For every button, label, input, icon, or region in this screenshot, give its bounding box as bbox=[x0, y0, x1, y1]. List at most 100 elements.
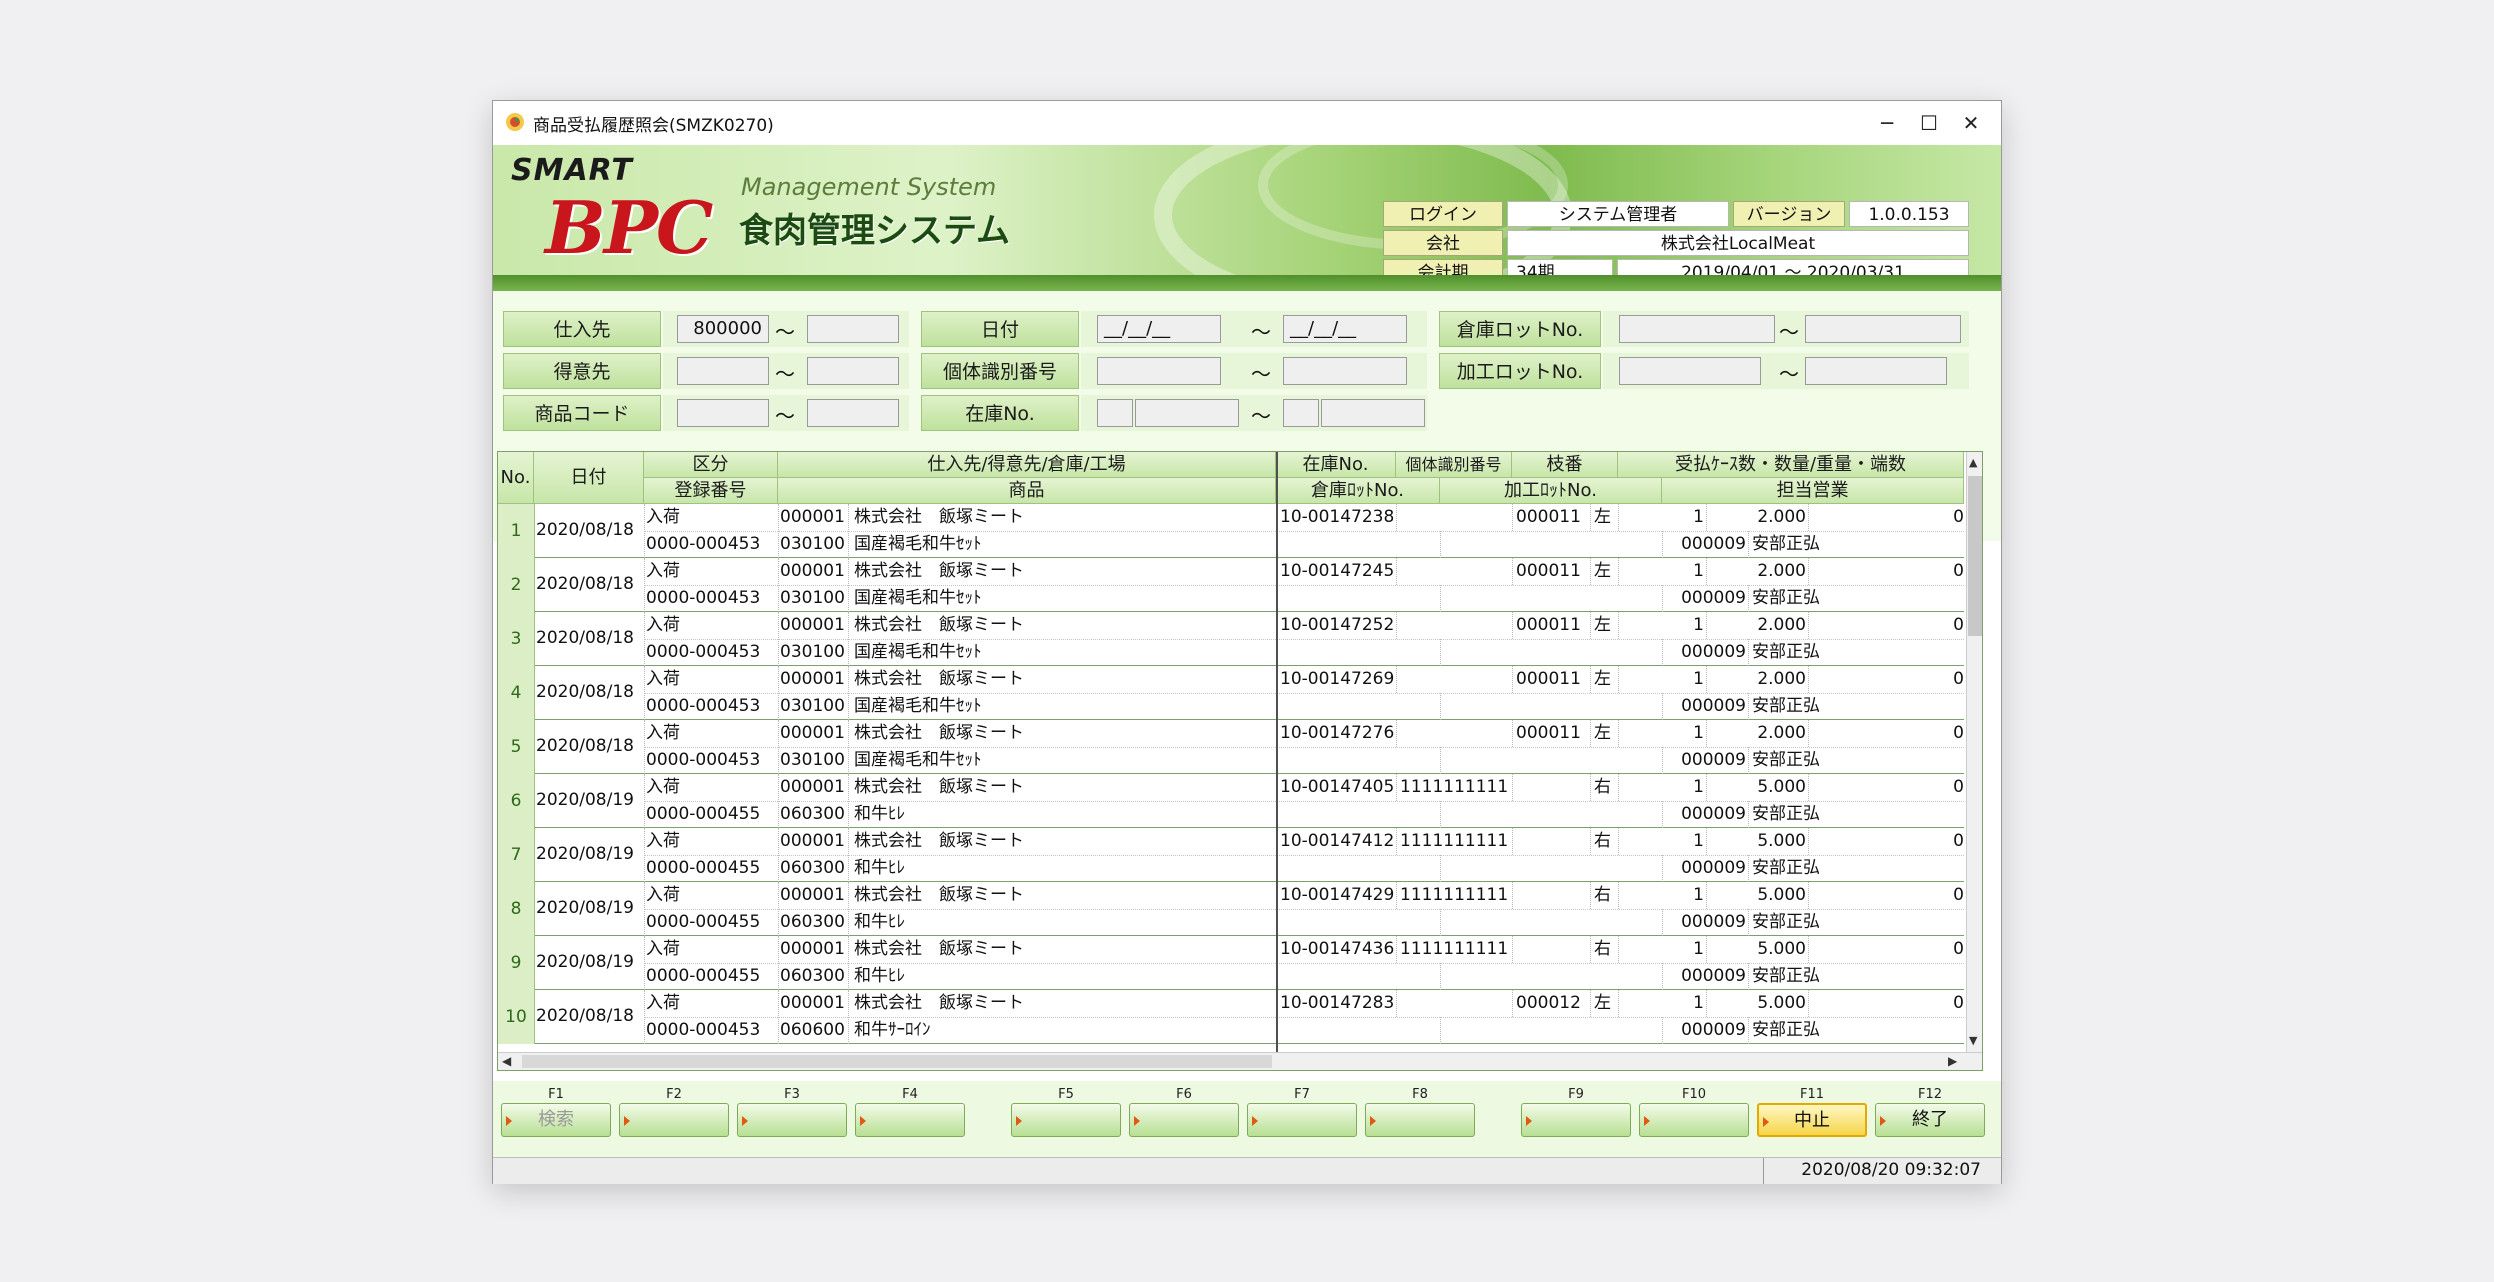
row-number: 8 bbox=[498, 882, 535, 936]
fkey-button-f12[interactable]: 終了 bbox=[1875, 1103, 1985, 1137]
process-lot-from-input[interactable] bbox=[1619, 357, 1761, 385]
cell-partner-name: 株式会社 飯塚ミート bbox=[854, 939, 1024, 959]
table-row[interactable]: 5 2020/08/18 入荷 0000-000453 000001 株式会社 飯塚ミート… bbox=[498, 720, 1964, 774]
cell-fraction: 0 bbox=[1953, 831, 1964, 851]
row-number: 10 bbox=[498, 990, 535, 1044]
stock-no-to-prefix-input[interactable] bbox=[1283, 399, 1319, 427]
customer-from-input[interactable] bbox=[677, 357, 769, 385]
col-header-quantity: 受払ｹｰｽ数・数量/重量・端数 bbox=[1618, 452, 1964, 478]
process-lot-to-input[interactable] bbox=[1805, 357, 1947, 385]
cell-date: 2020/08/18 bbox=[536, 736, 634, 756]
scroll-right-arrow-icon[interactable]: ▶ bbox=[1948, 1054, 1957, 1068]
stock-no-to-input[interactable] bbox=[1321, 399, 1425, 427]
scroll-left-arrow-icon[interactable]: ◀ bbox=[502, 1054, 511, 1068]
table-row[interactable]: 9 2020/08/19 入荷 0000-000455 000001 株式会社 飯塚ミート… bbox=[498, 936, 1964, 990]
cell-weight: 2.000 bbox=[1757, 615, 1806, 635]
warehouse-lot-to-input[interactable] bbox=[1805, 315, 1961, 343]
cell-date: 2020/08/18 bbox=[536, 574, 634, 594]
supplier-to-input[interactable] bbox=[807, 315, 899, 343]
stock-no-range-tilde: 〜 bbox=[1251, 404, 1271, 428]
table-row[interactable]: 1 2020/08/18 入荷 0000-000453 000001 株式会社 飯塚ミート… bbox=[498, 504, 1964, 558]
cell-rep-name: 安部正弘 bbox=[1752, 750, 1820, 770]
cell-side: 右 bbox=[1594, 939, 1611, 959]
cell-fraction: 0 bbox=[1953, 939, 1964, 959]
cell-kubun: 入荷 bbox=[646, 723, 680, 743]
fkey-button-f5[interactable] bbox=[1011, 1103, 1121, 1137]
status-datetime: 2020/08/20 09:32:07 bbox=[1801, 1160, 1981, 1180]
cell-fraction: 0 bbox=[1953, 669, 1964, 689]
fkey-button-f8[interactable] bbox=[1365, 1103, 1475, 1137]
customer-to-input[interactable] bbox=[807, 357, 899, 385]
table-row[interactable]: 6 2020/08/19 入荷 0000-000455 000001 株式会社 飯塚ミート… bbox=[498, 774, 1964, 828]
cell-product-code: 030100 bbox=[780, 642, 845, 662]
cell-kubun: 入荷 bbox=[646, 993, 680, 1013]
cell-partner-code: 000001 bbox=[780, 561, 845, 581]
cell-kubun: 入荷 bbox=[646, 561, 680, 581]
close-button[interactable]: ✕ bbox=[1943, 105, 1999, 141]
scroll-up-arrow-icon[interactable]: ▲ bbox=[1969, 456, 1977, 469]
arrow-right-icon bbox=[1252, 1116, 1258, 1126]
col-header-stock-no: 在庫No. bbox=[1276, 452, 1396, 478]
fkey-label-f8: F8 bbox=[1412, 1087, 1428, 1102]
product-code-to-input[interactable] bbox=[807, 399, 899, 427]
row-number: 6 bbox=[498, 774, 535, 828]
stock-no-from-input[interactable] bbox=[1135, 399, 1239, 427]
col-header-sales-rep: 担当営業 bbox=[1662, 478, 1964, 504]
app-icon bbox=[506, 113, 524, 131]
date-to-input[interactable]: __/__/__ bbox=[1283, 315, 1407, 343]
scroll-down-arrow-icon[interactable]: ▼ bbox=[1969, 1034, 1977, 1047]
cell-individual-id bbox=[1400, 612, 1510, 639]
table-row[interactable]: 8 2020/08/19 入荷 0000-000455 000001 株式会社 飯塚ミート… bbox=[498, 882, 1964, 936]
row-number: 7 bbox=[498, 828, 535, 882]
arrow-right-icon bbox=[1134, 1116, 1140, 1126]
cell-reg-no: 0000-000455 bbox=[646, 966, 761, 986]
row-number: 2 bbox=[498, 558, 535, 612]
warehouse-lot-range-tilde: 〜 bbox=[1779, 320, 1799, 344]
table-row[interactable]: 2 2020/08/18 入荷 0000-000453 000001 株式会社 飯塚ミート… bbox=[498, 558, 1964, 612]
stock-no-from-prefix-input[interactable] bbox=[1097, 399, 1133, 427]
cell-reg-no: 0000-000453 bbox=[646, 642, 761, 662]
cell-product-name: 和牛ﾋﾚ bbox=[854, 966, 905, 986]
company-label: 会社 bbox=[1383, 230, 1503, 256]
fkey-label-f6: F6 bbox=[1176, 1087, 1192, 1102]
cell-product-code: 060300 bbox=[780, 912, 845, 932]
vertical-scroll-thumb[interactable] bbox=[1968, 476, 1982, 636]
individual-id-from-input[interactable] bbox=[1097, 357, 1221, 385]
product-code-from-input[interactable] bbox=[677, 399, 769, 427]
individual-id-range-tilde: 〜 bbox=[1251, 362, 1271, 386]
cell-branch-no: 000011 bbox=[1516, 723, 1581, 743]
fkey-button-f6[interactable] bbox=[1129, 1103, 1239, 1137]
cell-reg-no: 0000-000453 bbox=[646, 588, 761, 608]
fkey-button-f7[interactable] bbox=[1247, 1103, 1357, 1137]
fkey-button-f3[interactable] bbox=[737, 1103, 847, 1137]
period-label: 会計期 bbox=[1383, 259, 1503, 275]
horizontal-scrollbar[interactable]: ◀ ▶ bbox=[498, 1052, 1982, 1070]
fkey-label-f3: F3 bbox=[784, 1087, 800, 1102]
cell-kubun: 入荷 bbox=[646, 885, 680, 905]
date-from-input[interactable]: __/__/__ bbox=[1097, 315, 1221, 343]
fkey-button-f9[interactable] bbox=[1521, 1103, 1631, 1137]
cell-product-code: 060600 bbox=[780, 1020, 845, 1040]
arrow-right-icon bbox=[860, 1116, 866, 1126]
fkey-button-f4[interactable] bbox=[855, 1103, 965, 1137]
table-row[interactable]: 10 2020/08/18 入荷 0000-000453 000001 株式会社 飯塚ミー… bbox=[498, 990, 1964, 1044]
cell-reg-no: 0000-000453 bbox=[646, 696, 761, 716]
fkey-button-f2[interactable] bbox=[619, 1103, 729, 1137]
table-row[interactable]: 7 2020/08/19 入荷 0000-000455 000001 株式会社 飯塚ミート… bbox=[498, 828, 1964, 882]
horizontal-scroll-thumb[interactable] bbox=[522, 1055, 1272, 1068]
fkey-button-label: 終了 bbox=[1912, 1109, 1948, 1130]
table-row[interactable]: 4 2020/08/18 入荷 0000-000453 000001 株式会社 飯塚ミート… bbox=[498, 666, 1964, 720]
individual-id-to-input[interactable] bbox=[1283, 357, 1407, 385]
warehouse-lot-from-input[interactable] bbox=[1619, 315, 1775, 343]
cell-cases: 1 bbox=[1693, 939, 1704, 959]
vertical-scrollbar[interactable]: ▲ ▼ bbox=[1966, 452, 1982, 1052]
cell-kubun: 入荷 bbox=[646, 507, 680, 527]
cell-rep-name: 安部正弘 bbox=[1752, 912, 1820, 932]
table-row[interactable]: 3 2020/08/18 入荷 0000-000453 000001 株式会社 飯塚ミート… bbox=[498, 612, 1964, 666]
cell-fraction: 0 bbox=[1953, 615, 1964, 635]
col-header-branch: 枝番 bbox=[1512, 452, 1618, 478]
fkey-button-f11[interactable]: 中止 bbox=[1757, 1103, 1867, 1137]
fkey-button-f1[interactable]: 検索 bbox=[501, 1103, 611, 1137]
fkey-button-f10[interactable] bbox=[1639, 1103, 1749, 1137]
supplier-from-input[interactable]: 800000 bbox=[677, 315, 769, 343]
